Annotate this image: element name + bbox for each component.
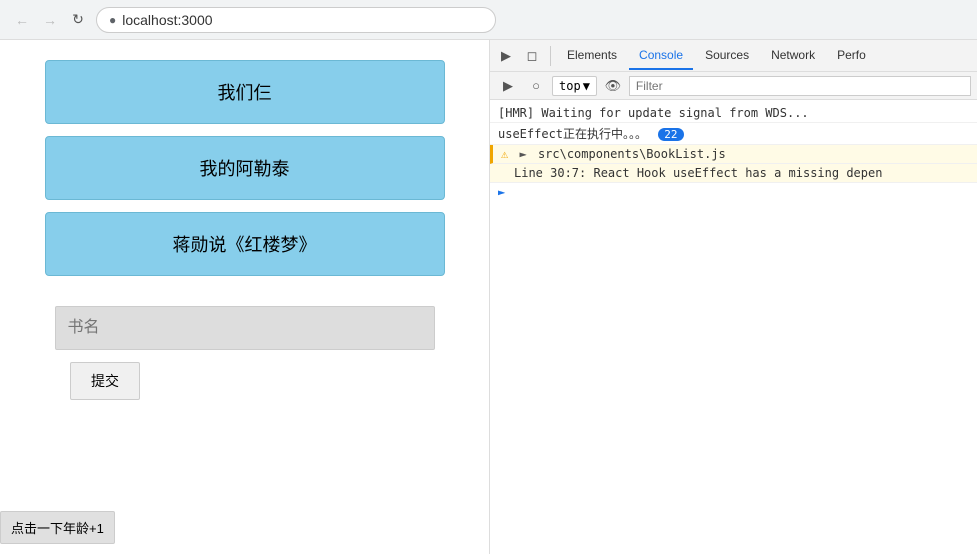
tab-divider (550, 46, 551, 66)
expand-arrow-icon[interactable]: ► (519, 147, 526, 161)
book-item-2[interactable]: 蒋勋说《红楼梦》 (45, 212, 445, 276)
inspect-element-button[interactable]: ▶ (494, 44, 518, 68)
main-layout: 我们仨 我的阿勒泰 蒋勋说《红楼梦》 提交 点击一下年龄+1 ▶ ◻ Eleme… (0, 40, 977, 554)
forward-button[interactable]: → (40, 10, 60, 30)
warning-icon: ⚠ (501, 147, 508, 161)
devtools-tabs: ▶ ◻ Elements Console Sources Network Per… (490, 40, 977, 72)
console-line-useeffect: useEffect正在执行中。。。 22 (490, 123, 977, 145)
tab-performance[interactable]: Perfo (827, 42, 876, 70)
console-output: [HMR] Waiting for update signal from WDS… (490, 100, 977, 554)
console-run-button[interactable]: ▶ (496, 74, 520, 98)
tab-elements[interactable]: Elements (557, 42, 627, 70)
tab-network[interactable]: Network (761, 42, 825, 70)
app-panel: 我们仨 我的阿勒泰 蒋勋说《红楼梦》 提交 点击一下年龄+1 (0, 40, 490, 554)
address-bar[interactable]: ● localhost:3000 (96, 7, 496, 33)
age-increment-button[interactable]: 点击一下年龄+1 (0, 511, 115, 544)
console-filter-input[interactable] (629, 76, 971, 96)
count-badge: 22 (658, 128, 683, 141)
hmr-text: [HMR] Waiting for update signal from WDS… (498, 106, 809, 120)
eye-icon-button[interactable]: 👁 (601, 74, 625, 98)
devtools-panel: ▶ ◻ Elements Console Sources Network Per… (490, 40, 977, 554)
book-item-1[interactable]: 我的阿勒泰 (45, 136, 445, 200)
reload-button[interactable]: ↻ (68, 10, 88, 30)
lock-icon: ● (109, 13, 116, 27)
url-text: localhost:3000 (122, 12, 212, 28)
tab-console[interactable]: Console (629, 42, 693, 70)
useeffect-text: useEffect正在执行中。。。 (498, 127, 647, 141)
back-button[interactable]: ← (12, 10, 32, 30)
warning-file: src\components\BookList.js (538, 147, 726, 161)
console-line-warning: ⚠ ► src\components\BookList.js (490, 145, 977, 164)
console-toolbar: ▶ ○ top ▼ 👁 (490, 72, 977, 100)
context-selector[interactable]: top ▼ (552, 76, 597, 96)
console-line-warning-sub: Line 30:7: React Hook useEffect has a mi… (490, 164, 977, 183)
console-prompt-line: ► (490, 183, 977, 201)
browser-chrome: ← → ↻ ● localhost:3000 (0, 0, 977, 40)
device-toggle-button[interactable]: ◻ (520, 44, 544, 68)
clear-console-button[interactable]: ○ (524, 74, 548, 98)
submit-button[interactable]: 提交 (70, 362, 140, 400)
book-item-0[interactable]: 我们仨 (45, 60, 445, 124)
prompt-arrow-icon: ► (498, 185, 505, 199)
context-label: top (559, 79, 581, 93)
tab-sources[interactable]: Sources (695, 42, 759, 70)
warning-sub-text: Line 30:7: React Hook useEffect has a mi… (514, 166, 882, 180)
console-line-hmr: [HMR] Waiting for update signal from WDS… (490, 104, 977, 123)
book-name-input[interactable] (55, 306, 435, 350)
chevron-down-icon: ▼ (583, 79, 590, 93)
